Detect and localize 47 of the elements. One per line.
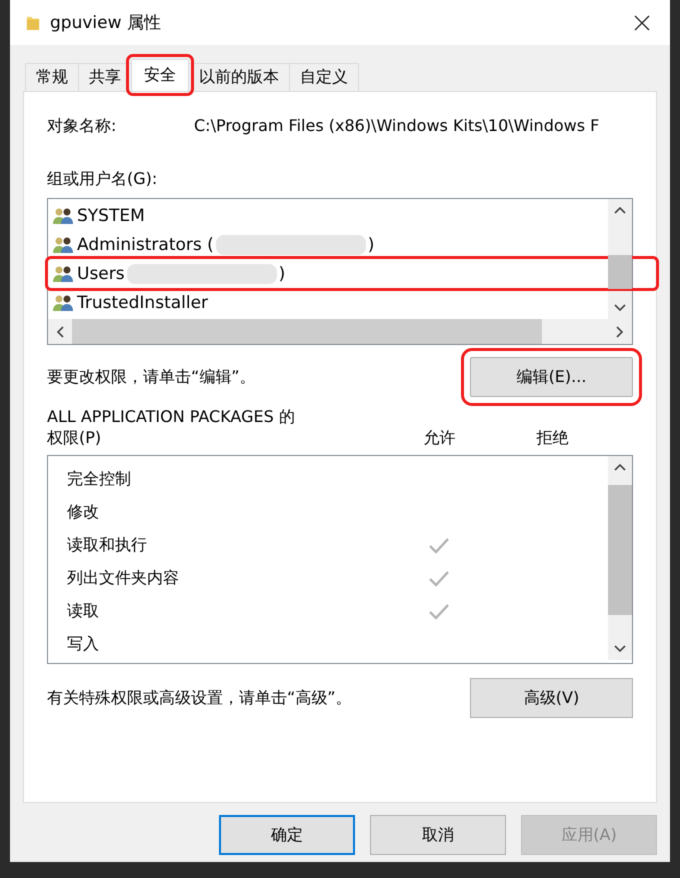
- scroll-down-icon[interactable]: [614, 304, 626, 312]
- tab[interactable]: 自定义: [289, 63, 359, 91]
- permission-name: 读取和执行: [67, 535, 148, 556]
- user-row[interactable]: TrustedInstaller: [48, 288, 608, 317]
- tab[interactable]: 共享: [78, 63, 132, 91]
- user-name-end: ): [278, 264, 286, 284]
- user-name-end: ): [368, 234, 374, 254]
- edit-hint: 要更改权限，请单击“编辑”。: [47, 366, 256, 388]
- user-row[interactable]: SYSTEM: [48, 201, 608, 230]
- object-path: C:\Program Files (x86)\Windows Kits\10\Windows F: [194, 116, 600, 137]
- users-icon: [53, 236, 73, 254]
- deny-header: 拒绝: [536, 428, 570, 449]
- permission-name: 完全控制: [67, 469, 132, 490]
- permissions-title: ALL APPLICATION PACKAGES 的: [47, 407, 296, 428]
- scroll-right-icon[interactable]: [616, 326, 624, 338]
- groups-label: 组或用户名(G):: [47, 169, 158, 190]
- user-name: TrustedInstaller: [77, 292, 208, 312]
- permission-name: 写入: [67, 634, 100, 655]
- ok-button[interactable]: 确定: [219, 815, 355, 855]
- close-icon[interactable]: [634, 14, 650, 30]
- permission-name: 列出文件夹内容: [67, 568, 180, 589]
- scroll-up-icon[interactable]: [614, 206, 626, 214]
- object-name-label: 对象名称:: [47, 116, 118, 137]
- vertical-scrollbar[interactable]: [608, 456, 632, 660]
- user-name: Administrators (: [77, 234, 214, 254]
- scroll-down-icon[interactable]: [614, 645, 626, 653]
- users-icon: [53, 206, 73, 224]
- user-row[interactable]: Users ): [48, 259, 656, 288]
- permission-name: 读取: [67, 601, 100, 622]
- advanced-button[interactable]: 高级(V): [470, 678, 633, 718]
- tab[interactable]: 常规: [25, 63, 79, 91]
- allow-header: 允许: [422, 428, 456, 449]
- users-icon: [53, 264, 73, 282]
- advanced-hint: 有关特殊权限或高级设置，请单击“高级”。: [47, 688, 352, 708]
- scroll-up-icon[interactable]: [614, 463, 626, 471]
- horizontal-scrollbar[interactable]: [48, 319, 632, 344]
- window-title: gpuview 属性: [50, 12, 162, 34]
- users-icon: [53, 294, 73, 312]
- user-name: Users: [77, 264, 125, 284]
- tab[interactable]: 以前的版本: [188, 63, 290, 91]
- permission-name: 修改: [67, 502, 100, 523]
- user-row[interactable]: Administrators ( ): [48, 230, 608, 259]
- cancel-button[interactable]: 取消: [370, 815, 506, 855]
- user-name: SYSTEM: [77, 206, 145, 226]
- permissions-label: 权限(P): [47, 428, 102, 449]
- scroll-left-icon[interactable]: [56, 326, 64, 338]
- vertical-scrollbar[interactable]: [608, 199, 632, 319]
